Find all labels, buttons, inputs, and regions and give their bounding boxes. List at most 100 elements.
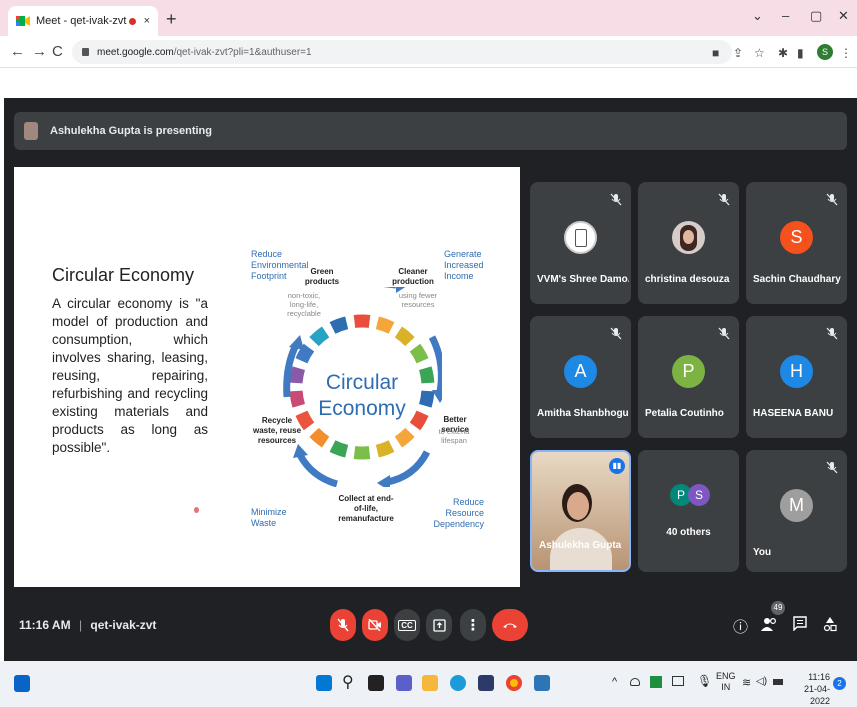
notification-badge[interactable]: 2 (833, 677, 846, 690)
ring-segment (309, 427, 330, 448)
participant-avatar (564, 221, 597, 254)
new-tab-button[interactable]: + (166, 9, 177, 30)
center-line1: Circular (326, 371, 398, 394)
arrow-bottom-left (296, 453, 339, 487)
ring-segment (329, 316, 349, 334)
menu-kebab-icon[interactable]: ⋮ (840, 46, 852, 60)
chrome-icon[interactable] (506, 675, 522, 691)
participant-name: Amitha Shanbhogue (537, 408, 629, 419)
tab-search-button[interactable]: ⌄ (752, 8, 763, 24)
meeting-time: 11:16 AM (19, 618, 71, 632)
camera-off-icon (368, 619, 381, 631)
close-window-button[interactable]: ✕ (838, 8, 849, 24)
participant-avatar: M (780, 489, 813, 522)
camera-in-use-icon[interactable]: ■ (712, 46, 719, 60)
participant-tile[interactable]: H HASEENA BANU (746, 316, 847, 438)
widgets-icon[interactable] (14, 675, 30, 692)
ring-segment (289, 366, 306, 384)
tab-meet[interactable]: Meet - qet-ivak-zvt × (8, 6, 158, 36)
slide-title: Circular Economy (52, 265, 195, 285)
volume-icon[interactable]: ◁) (756, 676, 767, 687)
document-app-icon[interactable] (534, 675, 550, 691)
side-panel-icon[interactable]: ▮ (797, 46, 804, 60)
participant-name: christina desouza (645, 274, 730, 285)
participant-tile[interactable]: VVM's Shree Damo... (530, 182, 631, 304)
ring-segment (418, 390, 435, 408)
teams-chat-icon[interactable] (396, 675, 412, 691)
people-icon[interactable] (760, 616, 778, 636)
participant-tile[interactable]: christina desouza (638, 182, 739, 304)
slide-body: A circular economy is "a model of produc… (52, 296, 208, 455)
restore-button[interactable]: ▢ (810, 8, 822, 24)
participant-name: Petalia Coutinho (645, 408, 724, 419)
more-options-button[interactable]: ⋮ (460, 609, 486, 641)
arrow-right (428, 335, 442, 393)
center-line2: Economy (318, 397, 406, 420)
mic-tray-icon[interactable]: 🎙 (697, 674, 712, 688)
ring-segment (309, 326, 330, 347)
ring-segment (295, 410, 315, 431)
chat-icon[interactable] (793, 616, 807, 635)
minimize-button[interactable]: – (782, 8, 789, 23)
participant-tile[interactable]: A Amitha Shanbhogue (530, 316, 631, 438)
participant-tile[interactable]: M You (746, 450, 847, 572)
captions-icon: CC (398, 619, 416, 631)
profile-avatar[interactable]: S (817, 44, 833, 60)
mic-muted-icon (609, 192, 623, 206)
extensions-icon[interactable]: ✱ (778, 46, 788, 60)
label-green-products: Green products (304, 267, 340, 286)
label-reduce-dependency: Reduce Resource Dependency (433, 497, 484, 529)
share-icon[interactable]: ⇪ (733, 46, 743, 60)
captions-button[interactable]: CC (394, 609, 420, 641)
leave-call-button[interactable] (492, 609, 528, 641)
participant-tile[interactable]: S Sachin Chaudhary (746, 182, 847, 304)
wifi-icon[interactable]: ≋ (742, 676, 751, 689)
participant-name: Ashulekha Gupta (539, 540, 622, 551)
tray-chevron-icon[interactable]: ^ (612, 676, 617, 688)
participant-name: 40 others (666, 527, 711, 538)
ring-segment (289, 390, 306, 408)
mic-muted-icon (825, 192, 839, 206)
camera-toggle-button[interactable] (362, 609, 388, 641)
participant-tile[interactable]: P S 40 others (638, 450, 739, 572)
recording-indicator-icon (128, 17, 136, 25)
mic-muted-icon (825, 460, 839, 474)
presenter-avatar (24, 122, 38, 140)
ring-segment (329, 440, 349, 458)
mic-off-icon (337, 618, 349, 632)
file-explorer-icon[interactable] (422, 675, 438, 691)
keyboard-tray-icon[interactable] (672, 676, 684, 686)
activities-icon[interactable] (823, 616, 837, 636)
present-now-button[interactable] (426, 609, 452, 641)
ring-segment (418, 366, 435, 384)
search-icon[interactable]: ⚲ (342, 675, 358, 691)
app-tray-icon[interactable] (650, 676, 662, 688)
address-bar-row: ← → C meet.google.com/qet-ivak-zvt?pli=1… (0, 36, 857, 68)
participant-avatar (672, 221, 705, 254)
reload-icon[interactable]: C (52, 43, 63, 60)
ring-segment (394, 427, 415, 448)
label-generate-income: Generate Increased Income (444, 249, 484, 281)
edge-icon[interactable] (450, 675, 466, 691)
battery-icon[interactable] (773, 679, 783, 685)
task-view-icon[interactable] (368, 675, 384, 691)
mic-muted-icon (825, 326, 839, 340)
language-indicator[interactable]: ENG IN (716, 671, 736, 693)
ring-segment (409, 343, 429, 364)
system-clock[interactable]: 11:16 21-04-2022 (792, 671, 830, 707)
meeting-details-icon[interactable]: ⓘ (733, 616, 748, 637)
windows-start-icon[interactable] (316, 675, 332, 691)
forward-arrow-icon[interactable]: → (32, 43, 47, 60)
back-arrow-icon[interactable]: ← (10, 43, 25, 60)
url-field[interactable]: meet.google.com/qet-ivak-zvt?pli=1&authu… (72, 40, 732, 64)
onedrive-icon[interactable] (630, 678, 640, 686)
arrow-bottom-right (386, 450, 431, 486)
bookmark-star-icon[interactable]: ☆ (754, 46, 765, 60)
mic-toggle-button[interactable] (330, 609, 356, 641)
lock-icon (82, 48, 89, 56)
tab-close-button[interactable]: × (144, 15, 150, 27)
participant-tile[interactable]: ▮▮ Ashulekha Gupta (530, 450, 631, 572)
store-icon[interactable] (478, 675, 494, 691)
mic-muted-icon (609, 326, 623, 340)
participant-tile[interactable]: P Petalia Coutinho (638, 316, 739, 438)
